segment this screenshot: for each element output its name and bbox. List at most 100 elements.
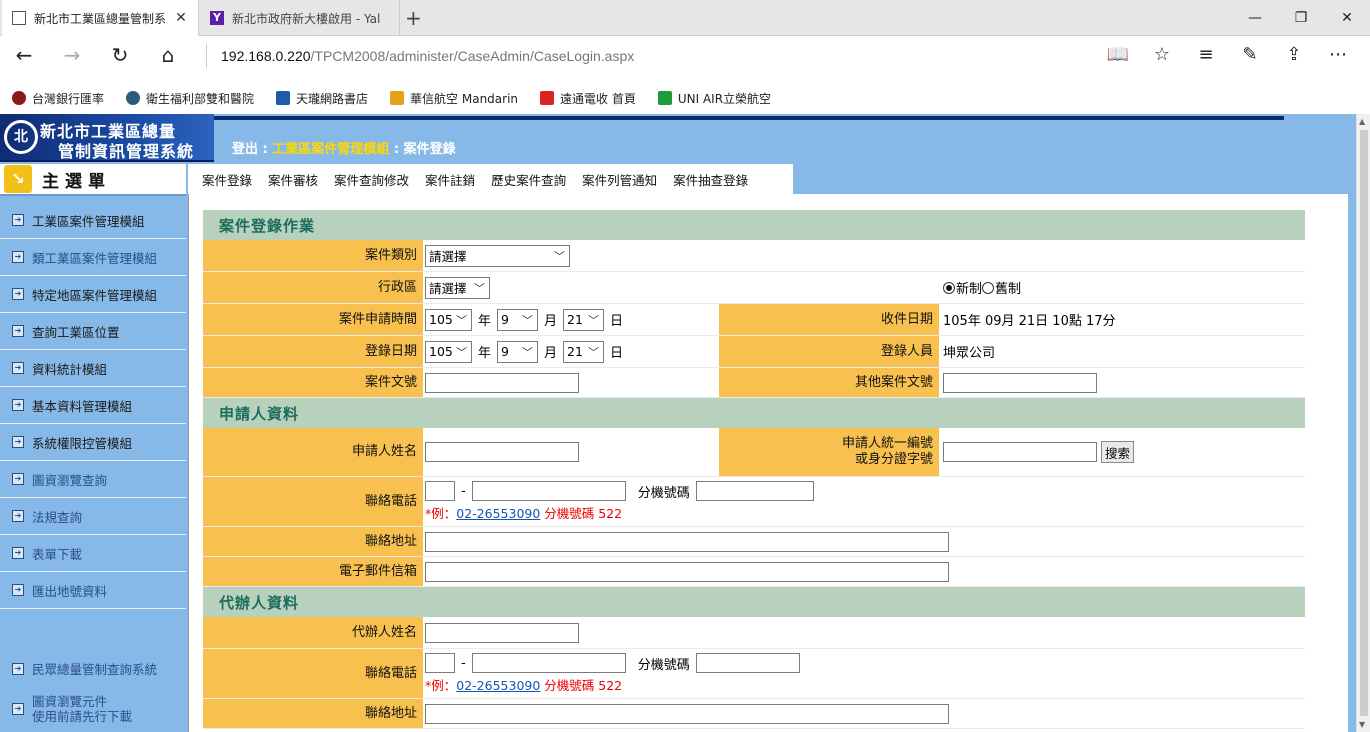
favorite-item[interactable]: 台灣銀行匯率	[12, 90, 104, 107]
row-agent-phone: 聯絡電話 - 分機號碼 *例：02-26553090 分機號碼 522	[203, 649, 1305, 699]
minimize-icon[interactable]: —	[1232, 0, 1278, 36]
sidebar-item[interactable]: ➔ 圖資瀏覽查詢	[0, 461, 186, 498]
more-icon[interactable]: ⋯	[1316, 44, 1360, 65]
share-icon[interactable]: ⇪	[1272, 44, 1316, 65]
scroll-up-icon[interactable]: ▲	[1359, 117, 1365, 126]
login-month-select[interactable]: 9 ﹀	[497, 340, 539, 363]
agent-phone-number-input[interactable]	[471, 653, 626, 673]
browser-tab-yahoo[interactable]: Y 新北市政府新大樓啟用 - Yal	[200, 0, 400, 36]
tab-case-notice[interactable]: 案件列管通知	[576, 170, 663, 194]
sidebar-item[interactable]: ➔ 表單下載	[0, 535, 186, 572]
sidebar-item-label: 圖資瀏覽查詢	[32, 472, 108, 488]
tab-history-query[interactable]: 歷史案件查詢	[485, 170, 572, 194]
hint-phone-link[interactable]: 02-26553090	[456, 678, 540, 693]
login-year-select[interactable]: 105 ﹀	[425, 340, 472, 363]
city-seal-icon: 北	[4, 120, 38, 154]
sidebar-item[interactable]: ➔ 法規查詢	[0, 498, 186, 535]
sidebar-item[interactable]: ➔ 基本資料管理模組	[0, 387, 186, 424]
favorite-label: UNI AIR立榮航空	[677, 91, 772, 106]
row-email: 電子郵件信箱	[203, 557, 1305, 587]
applicant-name-input[interactable]	[425, 442, 579, 462]
favorite-item[interactable]: UNI AIR立榮航空	[657, 90, 772, 107]
district-select[interactable]: 請選擇 ﹀	[425, 276, 490, 299]
note-icon[interactable]: ✎	[1228, 44, 1272, 65]
sidebar-item[interactable]: ➔ 特定地區案件管理模組	[0, 276, 186, 313]
reading-view-icon[interactable]: 📖	[1096, 44, 1140, 65]
phone-area-input[interactable]	[425, 481, 455, 501]
close-window-icon[interactable]: ✕	[1324, 0, 1370, 36]
label-login-date: 登錄日期	[203, 336, 423, 367]
label-receive-date: 收件日期	[719, 304, 939, 335]
restore-icon[interactable]: ❐	[1278, 0, 1324, 36]
phone-number-input[interactable]	[471, 481, 626, 501]
hint-ext: 分機號碼 522	[544, 678, 623, 693]
breadcrumb-current: 案件登錄	[403, 142, 456, 157]
agent-phone-ext-input[interactable]	[695, 653, 800, 673]
phone-ext-input[interactable]	[695, 481, 814, 501]
chevron-down-icon: ﹀	[456, 345, 467, 359]
other-doc-no-input[interactable]	[943, 372, 1097, 393]
home-icon[interactable]: ⌂	[156, 44, 180, 68]
agent-phone-area-input[interactable]	[425, 653, 455, 673]
breadcrumb: 登出 : 工業區案件管理模組 : 案件登錄	[232, 142, 456, 157]
sidebar-menu: ➔ 工業區案件管理模組 ➔ 類工業區案件管理模組 ➔ 特定地區案件管理模組 ➔ 查詢工業…	[0, 202, 186, 609]
close-icon[interactable]: ✕	[174, 10, 188, 26]
url-field[interactable]: 192.168.0.220/TPCM2008/administer/CaseAd…	[206, 44, 634, 68]
sidebar-item-public-query[interactable]: ➔ 民眾總量管制查詢系統	[0, 650, 186, 687]
unit-year: 年	[478, 346, 492, 361]
radio-new-system[interactable]	[943, 281, 955, 294]
refresh-icon[interactable]: ↻	[108, 44, 132, 68]
tab-case-query[interactable]: 案件查詢修改	[328, 170, 415, 194]
chevron-down-icon: ﹀	[474, 281, 485, 295]
sidebar-item-label: 表單下載	[32, 546, 83, 562]
case-type-select[interactable]: 請選擇 ﹀	[425, 244, 570, 267]
section-agent: 代辦人資料	[203, 587, 1305, 617]
login-day-select[interactable]: 21 ﹀	[563, 340, 605, 363]
forward-icon[interactable]: →	[60, 44, 84, 68]
favorite-star-icon[interactable]: ☆	[1140, 44, 1184, 65]
applicant-id-input[interactable]	[943, 442, 1097, 462]
page-scrollbar[interactable]: ▲ ▼	[1356, 114, 1370, 732]
breadcrumb-module[interactable]: 工業區案件管理模組	[272, 142, 389, 157]
sidebar-item-download-component[interactable]: ➔ 圖資瀏覽元件 使用前請先行下載	[0, 687, 186, 731]
sidebar-item[interactable]: ➔ 資料統計模組	[0, 350, 186, 387]
sidebar-item[interactable]: ➔ 工業區案件管理模組	[0, 202, 186, 239]
tab-case-inspect[interactable]: 案件抽查登錄	[667, 170, 754, 194]
doc-no-input[interactable]	[425, 372, 579, 393]
favorite-item[interactable]: 遠通電收 首頁	[540, 90, 636, 107]
tab-case-review[interactable]: 案件審核	[262, 170, 324, 194]
tab-case-register[interactable]: 案件登錄	[196, 170, 258, 194]
radio-old-system[interactable]	[982, 281, 995, 294]
sidebar-item-label: 民眾總量管制查詢系統	[32, 662, 158, 677]
logout-link[interactable]: 登出	[232, 142, 258, 157]
sidebar-item[interactable]: ➔ 類工業區案件管理模組	[0, 239, 186, 276]
radio-new-label: 新制	[956, 282, 983, 297]
scroll-down-icon[interactable]: ▼	[1359, 720, 1365, 729]
back-icon[interactable]: ←	[12, 44, 36, 68]
apply-year-select[interactable]: 105 ﹀	[425, 308, 472, 331]
hub-icon[interactable]: ≡	[1184, 44, 1228, 65]
radio-old-label: 舊制	[995, 282, 1022, 297]
favorite-item[interactable]: 衛生福利部雙和醫院	[126, 90, 254, 107]
sidebar-item-label: 資料統計模組	[32, 361, 108, 377]
sidebar-item[interactable]: ➔ 系統權限控管模組	[0, 424, 186, 461]
email-input[interactable]	[425, 561, 949, 582]
tab-case-cancel[interactable]: 案件註銷	[419, 170, 481, 194]
arrow-icon: ➔	[12, 251, 24, 263]
sidebar-item[interactable]: ➔ 匯出地號資料	[0, 572, 186, 609]
apply-day-select[interactable]: 21 ﹀	[563, 308, 605, 331]
new-tab-icon[interactable]: +	[405, 6, 422, 30]
address-input[interactable]	[425, 531, 949, 552]
favorite-item[interactable]: 華信航空 Mandarin	[390, 90, 518, 107]
agent-name-input[interactable]	[425, 622, 579, 643]
apply-month-select[interactable]: 9 ﹀	[497, 308, 539, 331]
scroll-thumb[interactable]	[1360, 130, 1368, 716]
favorite-item[interactable]: 天瓏網路書店	[276, 90, 368, 107]
browser-tab-active[interactable]: 新北市工業區總量管制系 ✕	[2, 0, 199, 36]
hint-phone-link[interactable]: 02-26553090	[456, 506, 540, 521]
agent-address-input[interactable]	[425, 703, 949, 724]
browser-tabbar: 新北市工業區總量管制系 ✕ Y 新北市政府新大樓啟用 - Yal + — ❐ ✕	[0, 0, 1370, 36]
search-button[interactable]: 搜索	[1101, 441, 1135, 463]
case-type-value: 請選擇	[429, 249, 467, 264]
sidebar-item[interactable]: ➔ 查詢工業區位置	[0, 313, 186, 350]
